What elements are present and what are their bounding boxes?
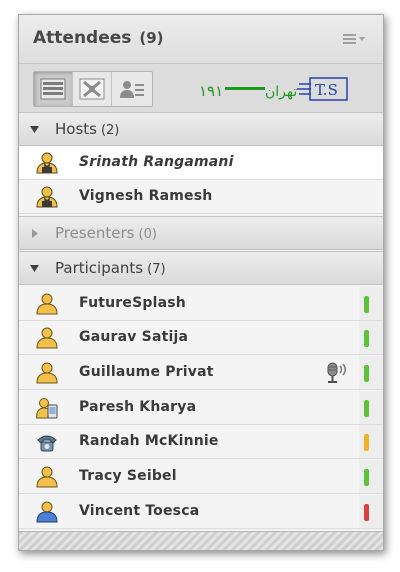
status-indicator [364,400,369,417]
participant-row[interactable]: Tracy Seibel [19,460,383,494]
attendee-name: Guillaume Privat [79,364,214,380]
attendee-name: Srinath Rangamani [79,154,234,170]
host-row[interactable]: Vignesh Ramesh [19,180,383,214]
breakout-view-icon [79,78,105,100]
watermark-logo: ۱۹۱ تهران T.S [199,77,348,101]
attendee-name: Gaurav Satija [79,329,189,345]
pod-options-icon[interactable] [343,31,369,47]
attendees-pod: Attendees (9) ۱۹۱ تهران T.S Hosts (2) Sr… [18,14,384,551]
participants-count: (7) [147,262,166,277]
participant-row[interactable]: Paresh Kharya [19,391,383,425]
participant-icon [36,293,58,315]
resize-grip-bar[interactable] [19,531,383,550]
status-cell [359,460,383,493]
status-indicator [364,365,369,382]
participant-row[interactable]: Vincent Toesca [19,495,383,529]
phone-participant-icon [37,435,57,452]
pod-title-text: Attendees [33,28,132,48]
view-toolbar: ۱۹۱ تهران T.S [19,63,383,113]
watermark-letters: T.S [315,81,338,99]
status-cell [359,356,383,389]
hosts-section-header[interactable]: Hosts (2) [19,112,383,146]
breakout-view-button[interactable] [73,72,112,106]
presenters-label: Presenters (0) [55,224,157,242]
mobile-participant-icon [36,398,58,419]
list-view-icon [40,78,66,100]
host-row[interactable]: Srinath Rangamani [19,146,383,180]
status-view-icon [119,81,144,98]
hosts-count: (2) [100,123,120,138]
participant-icon [36,466,58,488]
status-cell [359,425,383,458]
status-indicator [364,296,369,313]
status-view-button[interactable] [112,72,151,106]
status-indicator [364,504,369,521]
participant-row[interactable]: Randah McKinnie [19,425,383,459]
host-icon [36,186,58,208]
participant-icon [36,362,58,384]
status-indicator [364,434,369,451]
status-indicator [364,469,369,486]
expand-triangle-icon [30,126,39,133]
participant-row[interactable]: Guillaume Privat [19,356,383,390]
attendee-name: FutureSplash [79,295,186,311]
microphone-speaking-icon [327,362,346,383]
expand-triangle-icon [30,265,39,272]
participant-icon [36,327,58,349]
presenters-count: (0) [138,227,157,242]
hosts-label-text: Hosts [55,120,97,138]
participant-row[interactable]: FutureSplash [19,287,383,321]
collapsed-triangle-icon [32,229,38,238]
participants-section-header[interactable]: Participants (7) [19,251,383,285]
attendee-name: Vincent Toesca [79,503,200,519]
presenters-label-text: Presenters [55,224,135,242]
status-cell [359,495,383,528]
status-cell [359,287,383,320]
pod-title: Attendees (9) [33,28,164,48]
svg-text:۱۹۱: ۱۹۱ [199,82,223,100]
status-cell [359,391,383,424]
attendee-name: Vignesh Ramesh [79,188,213,204]
attendee-count: (9) [139,29,164,47]
attendee-name: Paresh Kharya [79,399,197,415]
participants-label: Participants (7) [55,259,166,277]
view-switcher [33,71,153,107]
participant-blue-icon [36,501,58,523]
attendee-name: Tracy Seibel [79,468,177,484]
presenters-section-header[interactable]: Presenters (0) [19,216,383,250]
status-cell [359,321,383,354]
participant-row[interactable]: Gaurav Satija [19,321,383,355]
status-indicator [364,330,369,347]
hosts-label: Hosts (2) [55,120,119,138]
attendee-name: Randah McKinnie [79,433,219,449]
host-icon [36,152,58,174]
list-view-button[interactable] [34,72,73,106]
pod-titlebar: Attendees (9) [19,15,383,63]
participants-label-text: Participants [55,259,144,277]
watermark-arabic: تهران [265,84,297,100]
